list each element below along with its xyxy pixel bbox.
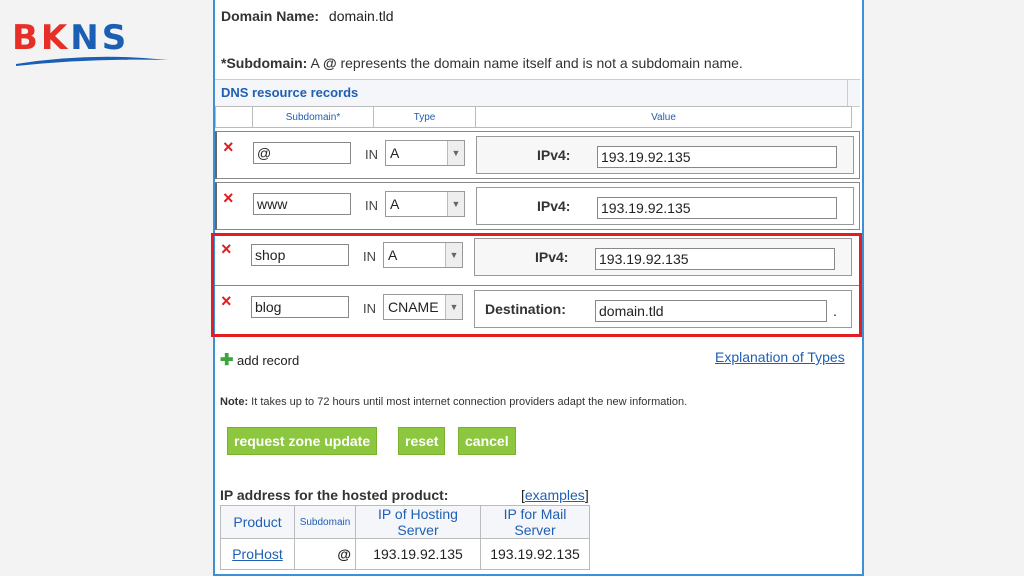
delete-record-icon[interactable]: × (223, 138, 234, 156)
value-label: IPv4: (537, 147, 571, 163)
subdomain-input[interactable]: www (253, 193, 351, 215)
value-box: IPv4: 193.19.92.135 (476, 187, 854, 225)
type-select[interactable]: A ▼ (385, 191, 465, 217)
table-header-row: Product Subdomain IP of Hosting Server I… (220, 505, 590, 539)
add-record-link[interactable]: ✚ add record (220, 350, 299, 370)
column-subdomain: Subdomain (294, 505, 356, 539)
table-row: ProHost @ 193.19.92.135 193.19.92.135 (220, 538, 590, 570)
ipv4-input[interactable]: 193.19.92.135 (597, 146, 837, 168)
subdomain-input[interactable]: @ (253, 142, 351, 164)
domain-name-line: Domain Name: domain.tld (221, 8, 394, 24)
request-zone-update-button[interactable]: request zone update (227, 427, 378, 455)
note-label: Note: (220, 396, 249, 408)
plus-icon: ✚ (220, 352, 234, 369)
type-select-value: A (390, 196, 400, 212)
column-product: Product (220, 505, 295, 539)
column-ip-hosting: IP of Hosting Server (355, 505, 481, 539)
ipv4-input[interactable]: 193.19.92.135 (597, 197, 837, 219)
column-delete-header (215, 106, 253, 128)
hosted-product-table: Product Subdomain IP of Hosting Server I… (220, 505, 590, 570)
subdomain-note-bold: *Subdomain: (221, 55, 308, 71)
subdomain-note-text2: represents the domain name itself and is… (336, 55, 743, 71)
dns-record-row: × www IN A ▼ IPv4: 193.19.92.135 (215, 182, 860, 230)
column-value-header: Value (475, 106, 852, 128)
value-box: IPv4: 193.19.92.135 (476, 136, 854, 174)
subdomain-note: *Subdomain: A @ represents the domain na… (221, 55, 743, 71)
logo-text-ns: NS (70, 18, 130, 58)
subdomain-note-text1: A (310, 55, 323, 71)
column-subdomain-header: Subdomain* (252, 106, 374, 128)
subdomain-note-at: @ (322, 55, 337, 71)
in-label: IN (365, 198, 378, 213)
ip-hosting-cell: 193.19.92.135 (355, 538, 481, 570)
dns-section-header: DNS resource records (215, 79, 860, 107)
domain-name-value: domain.tld (328, 8, 394, 24)
add-record-label: add record (237, 353, 300, 368)
chevron-down-icon: ▼ (447, 192, 464, 216)
delete-record-icon[interactable]: × (223, 189, 234, 207)
cancel-button[interactable]: cancel (458, 427, 516, 455)
subdomain-cell: @ (294, 538, 356, 570)
note-text: It takes up to 72 hours until most inter… (248, 396, 688, 408)
examples-link-wrap: [examples] (521, 487, 589, 503)
explanation-of-types-link[interactable]: Explanation of Types (715, 349, 845, 365)
column-type-header: Type (373, 106, 476, 128)
type-select[interactable]: A ▼ (385, 140, 465, 166)
ip-mail-cell: 193.19.92.135 (480, 538, 590, 570)
type-select-value: A (390, 145, 400, 161)
logo-text-bk: BK (12, 18, 71, 58)
highlight-box (211, 233, 862, 337)
product-link[interactable]: ProHost (232, 546, 283, 562)
bkns-logo: BKNS (12, 18, 172, 68)
domain-name-label: Domain Name: (221, 8, 320, 24)
reset-button[interactable]: reset (398, 427, 446, 455)
update-note: Note: It takes up to 72 hours until most… (220, 396, 687, 408)
examples-link[interactable]: examples (525, 487, 585, 503)
chevron-down-icon: ▼ (447, 141, 464, 165)
dns-panel: Domain Name: domain.tld *Subdomain: A @ … (211, 0, 864, 576)
logo-swoosh (16, 56, 168, 66)
hosted-product-title: IP address for the hosted product: (220, 487, 449, 503)
dns-record-row: × @ IN A ▼ IPv4: 193.19.92.135 (215, 131, 860, 179)
dns-section-title: DNS resource records (221, 85, 359, 100)
column-ip-mail: IP for Mail Server (480, 505, 590, 539)
value-label: IPv4: (537, 198, 571, 214)
in-label: IN (365, 147, 378, 162)
